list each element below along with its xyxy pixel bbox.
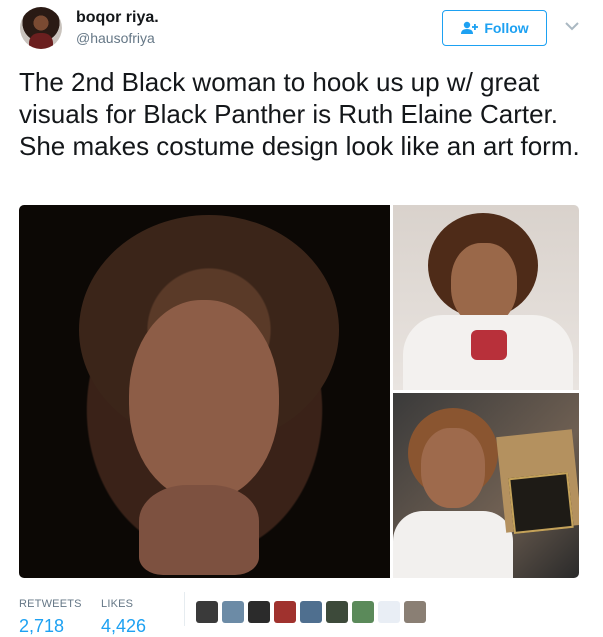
media-grid <box>19 205 579 578</box>
retweets-label: RETWEETS <box>19 598 82 610</box>
chevron-down-icon[interactable] <box>564 20 580 32</box>
follow-button[interactable]: Follow <box>442 10 547 46</box>
award-photo[interactable] <box>393 393 579 578</box>
follow-label: Follow <box>484 20 529 36</box>
add-user-icon <box>461 21 479 34</box>
likes-label: LIKES <box>101 598 134 610</box>
liker-avatar[interactable] <box>196 601 218 623</box>
avatar[interactable] <box>20 7 62 49</box>
author-name[interactable]: boqor riya. <box>76 9 159 27</box>
liker-avatar[interactable] <box>352 601 374 623</box>
stats-divider <box>184 592 185 626</box>
smiling-photo[interactable] <box>393 205 579 390</box>
liker-avatars <box>196 601 426 623</box>
liker-avatar[interactable] <box>222 601 244 623</box>
liker-avatar[interactable] <box>248 601 270 623</box>
liker-avatar[interactable] <box>300 601 322 623</box>
author-handle[interactable]: @hausofriya <box>76 30 155 46</box>
tweet-text: The 2nd Black woman to hook us up w/ gre… <box>19 67 580 161</box>
portrait-photo[interactable] <box>19 205 390 578</box>
liker-avatar[interactable] <box>326 601 348 623</box>
retweets-stat[interactable]: RETWEETS 2,718 <box>19 594 82 637</box>
liker-avatar[interactable] <box>404 601 426 623</box>
likes-stat[interactable]: LIKES 4,426 <box>101 594 146 637</box>
liker-avatar[interactable] <box>378 601 400 623</box>
liker-avatar[interactable] <box>274 601 296 623</box>
